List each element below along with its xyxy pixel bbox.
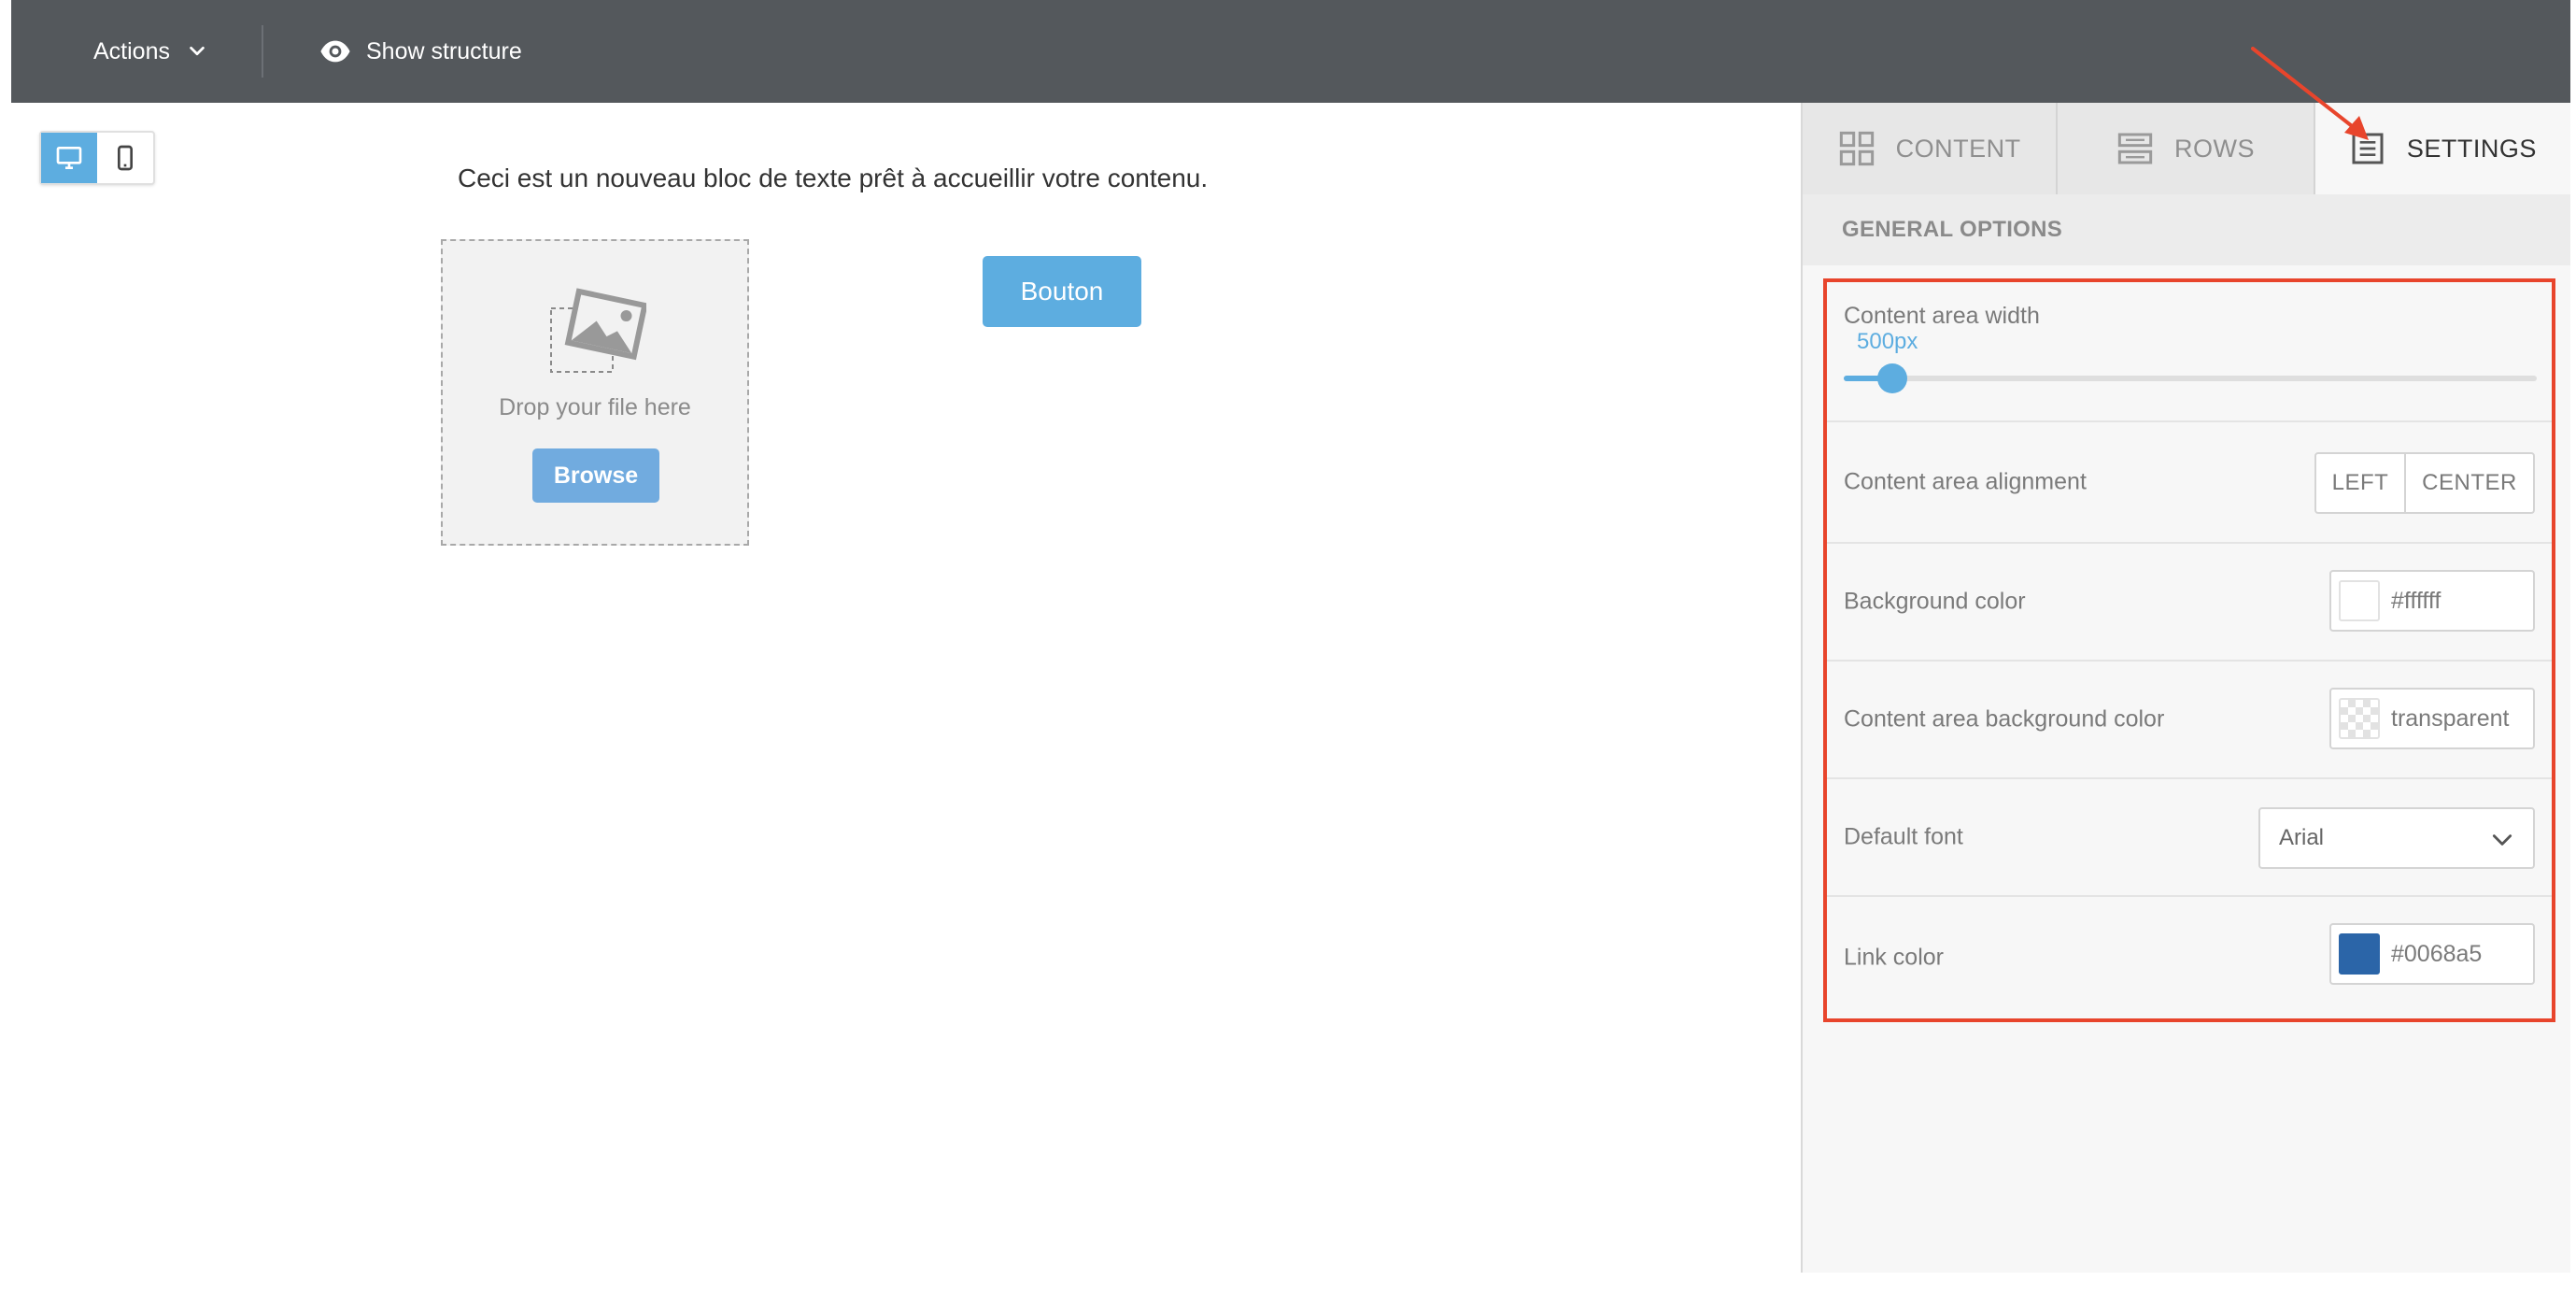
content-width-row: Content area width 500px bbox=[1827, 282, 2552, 422]
content-bg-color-value: transparent bbox=[2391, 704, 2510, 732]
default-font-label: Default font bbox=[1844, 823, 1963, 850]
chevron-down-icon bbox=[2492, 834, 2512, 846]
actions-menu-button[interactable]: Actions bbox=[93, 28, 207, 75]
default-font-row: Default font Arial bbox=[1827, 779, 2552, 897]
text-block-content: Ceci est un nouveau bloc de texte prêt à… bbox=[458, 164, 1209, 192]
tab-settings-label: SETTINGS bbox=[2406, 134, 2537, 163]
transparent-swatch bbox=[2339, 698, 2380, 739]
content-width-slider[interactable] bbox=[1844, 363, 2537, 393]
content-width-value: 500px bbox=[1857, 329, 1918, 354]
background-color-value: #ffffff bbox=[2391, 587, 2442, 614]
rows-icon bbox=[2117, 133, 2153, 164]
content-bg-color-row: Content area background color transparen… bbox=[1827, 662, 2552, 779]
content-bg-color-label: Content area background color bbox=[1844, 705, 2165, 733]
settings-sidebar: CONTENT ROWS SETTINGS GENERAL OPTIONS Co… bbox=[1801, 103, 2570, 1273]
mobile-view-button[interactable] bbox=[97, 133, 153, 183]
eye-icon bbox=[320, 40, 350, 63]
mobile-icon bbox=[118, 145, 133, 171]
default-font-select[interactable]: Arial bbox=[2258, 807, 2535, 869]
content-alignment-label: Content area alignment bbox=[1844, 468, 2087, 495]
desktop-view-button[interactable] bbox=[41, 133, 97, 183]
show-structure-label: Show structure bbox=[366, 37, 522, 64]
content-width-label: Content area width bbox=[1844, 303, 2040, 329]
align-center-button[interactable]: CENTER bbox=[2406, 454, 2533, 512]
content-alignment-row: Content area alignment LEFT CENTER bbox=[1827, 422, 2552, 544]
alignment-button-group: LEFT CENTER bbox=[2314, 452, 2535, 514]
show-structure-button[interactable]: Show structure bbox=[319, 28, 522, 75]
drop-file-text: Drop your file here bbox=[499, 394, 691, 420]
window-edge bbox=[0, 0, 11, 1295]
background-color-label: Background color bbox=[1844, 588, 2026, 615]
tab-content[interactable]: CONTENT bbox=[1803, 103, 2059, 194]
grid-icon bbox=[1839, 131, 1874, 166]
annotation-arrow bbox=[2251, 47, 2369, 140]
background-color-swatch bbox=[2339, 580, 2380, 621]
image-placeholder-icon bbox=[550, 288, 646, 373]
device-toggle bbox=[39, 131, 155, 185]
tab-content-label: CONTENT bbox=[1895, 134, 2021, 163]
slider-thumb[interactable] bbox=[1876, 363, 1907, 393]
link-color-value: #0068a5 bbox=[2391, 940, 2483, 967]
content-button[interactable]: Bouton bbox=[983, 256, 1141, 327]
toolbar-divider bbox=[262, 25, 263, 78]
browse-button[interactable]: Browse bbox=[532, 448, 659, 503]
general-options-heading: GENERAL OPTIONS bbox=[1803, 194, 2570, 265]
link-color-swatch bbox=[2339, 933, 2380, 975]
link-color-row: Link color #0068a5 bbox=[1827, 897, 2552, 1018]
actions-label: Actions bbox=[93, 37, 170, 64]
default-font-value: Arial bbox=[2279, 825, 2325, 850]
sidebar-tabs: CONTENT ROWS SETTINGS bbox=[1803, 103, 2570, 194]
desktop-icon bbox=[56, 147, 82, 169]
general-options-panel: Content area width 500px Content area al… bbox=[1823, 278, 2555, 1022]
chevron-down-icon bbox=[190, 46, 205, 56]
image-dropzone[interactable]: Drop your file here Browse bbox=[441, 239, 749, 546]
content-bg-color-picker[interactable]: transparent bbox=[2329, 688, 2535, 749]
background-color-row: Background color #ffffff bbox=[1827, 544, 2552, 662]
background-color-picker[interactable]: #ffffff bbox=[2329, 570, 2535, 632]
top-toolbar: Actions Show structure bbox=[11, 0, 2570, 103]
align-left-button[interactable]: LEFT bbox=[2316, 454, 2406, 512]
link-color-label: Link color bbox=[1844, 944, 1944, 971]
link-color-picker[interactable]: #0068a5 bbox=[2329, 923, 2535, 985]
tab-rows-label: ROWS bbox=[2174, 134, 2255, 163]
